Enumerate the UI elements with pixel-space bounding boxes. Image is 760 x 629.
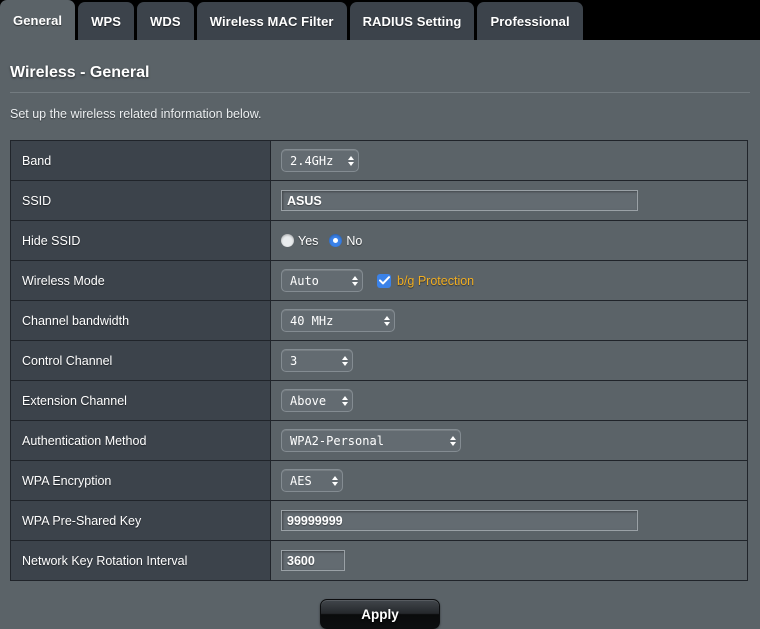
- row-label: Extension Channel: [11, 381, 270, 420]
- control-channel-select-value: 3: [290, 354, 332, 368]
- updown-arrows-icon: [450, 436, 456, 446]
- tab-bar: General WPS WDS Wireless MAC Filter RADI…: [0, 0, 760, 40]
- table-row-hide-ssid: Hide SSID Yes No: [11, 221, 747, 261]
- row-label: WPA Encryption: [11, 461, 270, 500]
- row-value: 3: [270, 341, 747, 380]
- row-value: ASUS: [270, 181, 747, 220]
- hide-ssid-radio-yes[interactable]: Yes: [281, 234, 318, 248]
- tab-label: WDS: [150, 14, 181, 29]
- radio-icon: [281, 234, 294, 247]
- hide-ssid-radio-group: Yes No: [281, 234, 362, 248]
- row-value: 3600: [270, 541, 747, 580]
- row-label: SSID: [11, 181, 270, 220]
- row-label: Band: [11, 141, 270, 180]
- row-value: 40 MHz: [270, 301, 747, 340]
- tab-wps[interactable]: WPS: [78, 2, 134, 40]
- apply-button[interactable]: Apply: [320, 599, 440, 629]
- control-channel-select[interactable]: 3: [281, 349, 353, 372]
- radio-label: No: [346, 234, 362, 248]
- tab-radius-setting[interactable]: RADIUS Setting: [350, 2, 475, 40]
- band-select-value: 2.4GHz: [290, 154, 338, 168]
- row-label: Control Channel: [11, 341, 270, 380]
- wireless-mode-select[interactable]: Auto: [281, 269, 363, 292]
- row-value: 99999999: [270, 501, 747, 540]
- wireless-settings-table: Band 2.4GHz SSID ASUS Hide SSID: [10, 140, 748, 581]
- wpa-psk-input-value: 99999999: [287, 514, 343, 528]
- bg-protection-checkbox[interactable]: b/g Protection: [377, 274, 474, 288]
- table-row-extension-channel: Extension Channel Above: [11, 381, 747, 421]
- radio-icon: [329, 234, 342, 247]
- row-value: WPA2-Personal: [270, 421, 747, 460]
- key-rotation-input-value: 3600: [287, 554, 315, 568]
- row-label: Channel bandwidth: [11, 301, 270, 340]
- extension-channel-select[interactable]: Above: [281, 389, 353, 412]
- tab-label: General: [13, 13, 62, 28]
- updown-arrows-icon: [384, 316, 390, 326]
- apply-button-container: Apply: [0, 599, 760, 629]
- row-label: Network Key Rotation Interval: [11, 541, 270, 580]
- wireless-mode-select-value: Auto: [290, 274, 342, 288]
- row-label: Wireless Mode: [11, 261, 270, 300]
- row-value: Auto b/g Protection: [270, 261, 747, 300]
- band-select[interactable]: 2.4GHz: [281, 149, 359, 172]
- row-value: 2.4GHz: [270, 141, 747, 180]
- tab-label: WPS: [91, 14, 121, 29]
- row-value: Above: [270, 381, 747, 420]
- tab-wds[interactable]: WDS: [137, 2, 194, 40]
- page-description: Set up the wireless related information …: [10, 107, 760, 121]
- table-row-ssid: SSID ASUS: [11, 181, 747, 221]
- ssid-input[interactable]: ASUS: [281, 190, 638, 211]
- table-row-wpa-encryption: WPA Encryption AES: [11, 461, 747, 501]
- row-label: Hide SSID: [11, 221, 270, 260]
- table-row-authentication-method: Authentication Method WPA2-Personal: [11, 421, 747, 461]
- wpa-encryption-select[interactable]: AES: [281, 469, 343, 492]
- wpa-psk-input[interactable]: 99999999: [281, 510, 638, 531]
- page-title: Wireless - General: [10, 64, 760, 82]
- tab-label: Wireless MAC Filter: [210, 14, 334, 29]
- radio-label: Yes: [298, 234, 318, 248]
- table-row-band: Band 2.4GHz: [11, 141, 747, 181]
- row-label: Authentication Method: [11, 421, 270, 460]
- tab-wireless-mac-filter[interactable]: Wireless MAC Filter: [197, 2, 347, 40]
- table-row-control-channel: Control Channel 3: [11, 341, 747, 381]
- checkmark-icon: [377, 274, 391, 288]
- updown-arrows-icon: [332, 476, 338, 486]
- authentication-method-select-value: WPA2-Personal: [290, 434, 440, 448]
- bg-protection-label: b/g Protection: [397, 274, 474, 288]
- extension-channel-select-value: Above: [290, 394, 332, 408]
- table-row-wireless-mode: Wireless Mode Auto b/g Protection: [11, 261, 747, 301]
- title-divider: [10, 92, 750, 93]
- table-row-key-rotation: Network Key Rotation Interval 3600: [11, 541, 747, 581]
- tab-professional[interactable]: Professional: [477, 2, 582, 40]
- key-rotation-input[interactable]: 3600: [281, 550, 345, 571]
- authentication-method-select[interactable]: WPA2-Personal: [281, 429, 461, 452]
- updown-arrows-icon: [342, 356, 348, 366]
- updown-arrows-icon: [348, 156, 354, 166]
- channel-bandwidth-select[interactable]: 40 MHz: [281, 309, 395, 332]
- apply-button-label: Apply: [361, 607, 399, 622]
- row-label: WPA Pre-Shared Key: [11, 501, 270, 540]
- tab-label: Professional: [490, 14, 569, 29]
- channel-bandwidth-select-value: 40 MHz: [290, 314, 374, 328]
- tab-label: RADIUS Setting: [363, 14, 462, 29]
- hide-ssid-radio-no[interactable]: No: [329, 234, 362, 248]
- ssid-input-value: ASUS: [287, 194, 322, 208]
- page-content: Wireless - General Set up the wireless r…: [0, 40, 760, 629]
- row-value: Yes No: [270, 221, 747, 260]
- table-row-channel-bandwidth: Channel bandwidth 40 MHz: [11, 301, 747, 341]
- wpa-encryption-select-value: AES: [290, 474, 322, 488]
- tab-general[interactable]: General: [0, 0, 75, 40]
- row-value: AES: [270, 461, 747, 500]
- table-row-wpa-psk: WPA Pre-Shared Key 99999999: [11, 501, 747, 541]
- updown-arrows-icon: [352, 276, 358, 286]
- updown-arrows-icon: [342, 396, 348, 406]
